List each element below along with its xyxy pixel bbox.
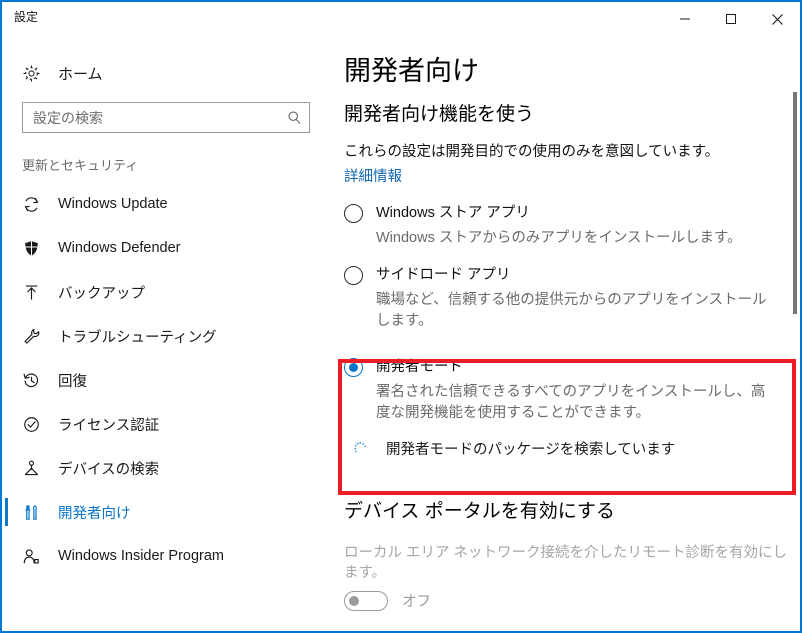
radio-description: 署名された信頼できるすべてのアプリをインストールし、高度な開発機能を使用すること… (376, 384, 766, 421)
settings-window: 設定 ホーム 設定の検索 更新とセキュリティ Windows Update Wi… (0, 0, 802, 633)
wrench-icon (20, 325, 42, 347)
search-box[interactable] (22, 102, 310, 133)
sidebar-home-label: ホーム (58, 65, 103, 83)
sidebar: ホーム 更新とセキュリティ (2, 38, 332, 631)
close-button[interactable] (754, 2, 800, 36)
radio-label: 開発者モード (376, 359, 463, 375)
window-titlebar: 設定 (2, 2, 800, 38)
section-description: これらの設定は開発目的での使用のみを意図しています。 (344, 144, 720, 160)
loading-spinner-icon (350, 439, 370, 459)
shield-icon (20, 237, 42, 259)
device-portal-toggle[interactable] (344, 590, 388, 611)
sidebar-item-troubleshooting[interactable]: トラブルシューティング (2, 314, 332, 358)
sidebar-item-label: 開発者向け (58, 505, 131, 522)
device-locate-icon (20, 457, 42, 479)
sidebar-item-windows-insider-program[interactable]: Windows Insider Program (2, 534, 332, 578)
window-controls (662, 2, 800, 36)
sidebar-item-label: ライセンス認証 (58, 417, 160, 434)
sidebar-item-for-developers[interactable]: 開発者向け (2, 490, 332, 534)
search-input[interactable] (23, 104, 279, 131)
sidebar-item-backup[interactable]: バックアップ (2, 270, 332, 314)
sidebar-item-home[interactable]: ホーム (2, 58, 332, 88)
radio-button-developer-mode[interactable] (344, 358, 363, 377)
section-heading: 開発者向け機能を使う (344, 104, 535, 125)
window-content: ホーム 更新とセキュリティ (2, 38, 800, 631)
device-portal-toggle-label: オフ (402, 594, 431, 610)
main-scrollbar[interactable] (793, 54, 797, 607)
search-icon (287, 111, 301, 125)
maximize-icon (726, 14, 736, 24)
sidebar-item-label: トラブルシューティング (58, 329, 217, 346)
window-title: 設定 (14, 10, 39, 24)
option-developer-mode: 開発者モード 署名された信頼できるすべてのアプリをインストールし、高度な開発機能… (338, 348, 800, 459)
sidebar-item-find-my-device[interactable]: デバイスの検索 (2, 446, 332, 490)
maximize-button[interactable] (708, 2, 754, 36)
developer-mode-status: 開発者モードのパッケージを検索しています (350, 438, 800, 459)
sidebar-item-label: 回復 (58, 373, 87, 390)
gear-icon (20, 62, 42, 84)
page-title: 開発者向け (344, 56, 479, 86)
radio-button-sideload-apps[interactable] (344, 266, 363, 285)
sidebar-item-label: Windows Update (58, 196, 168, 212)
radio-description: 職場など、信頼する他の提供元からのアプリをインストールします。 (376, 292, 767, 329)
option-sideload-apps: サイドロード アプリ 職場など、信頼する他の提供元からのアプリをインストールしま… (338, 265, 800, 332)
radio-label: サイドロード アプリ (376, 267, 511, 283)
scrollbar-thumb[interactable] (793, 92, 797, 314)
sidebar-item-label: バックアップ (58, 285, 145, 302)
radio-row-store-apps[interactable]: Windows ストア アプリ (344, 203, 800, 223)
refresh-icon (20, 193, 42, 215)
radio-row-sideload-apps[interactable]: サイドロード アプリ (344, 265, 800, 285)
check-circle-icon (20, 413, 42, 435)
sidebar-nav: Windows Update Windows Defender バックアップ ト… (2, 182, 332, 578)
history-clock-icon (20, 369, 42, 391)
sidebar-item-windows-defender[interactable]: Windows Defender (2, 226, 332, 270)
minimize-icon (680, 18, 690, 20)
developer-features-radio-group: Windows ストア アプリ Windows ストアからのみアプリをインストー… (338, 203, 800, 459)
sidebar-item-label: デバイスの検索 (58, 461, 160, 478)
option-windows-store-apps: Windows ストア アプリ Windows ストアからのみアプリをインストー… (338, 203, 800, 249)
main-pane: 開発者向け 開発者向け機能を使う これらの設定は開発目的での使用のみを意図してい… (332, 38, 800, 631)
device-portal-heading: デバイス ポータルを有効にする (344, 501, 615, 522)
person-badge-icon (20, 545, 42, 567)
sidebar-item-recovery[interactable]: 回復 (2, 358, 332, 402)
radio-description: Windows ストアからのみアプリをインストールします。 (376, 230, 742, 246)
device-portal-description: ローカル エリア ネットワーク接続を介したリモート診断を有効にします。 (344, 545, 788, 581)
sidebar-item-label: Windows Insider Program (58, 548, 224, 564)
minimize-button[interactable] (662, 2, 708, 36)
developer-mode-status-text: 開発者モードのパッケージを検索しています (386, 442, 676, 458)
dev-tools-icon (20, 501, 42, 523)
radio-label: Windows ストア アプリ (376, 205, 530, 221)
sidebar-item-label: Windows Defender (58, 240, 181, 256)
upload-arrow-icon (20, 281, 42, 303)
search-button[interactable] (279, 103, 309, 132)
sidebar-item-activation[interactable]: ライセンス認証 (2, 402, 332, 446)
sidebar-item-windows-update[interactable]: Windows Update (2, 182, 332, 226)
selection-accent-bar (5, 498, 8, 526)
sidebar-group-title: 更新とセキュリティ (22, 158, 139, 173)
device-portal-toggle-row[interactable]: オフ (344, 590, 800, 611)
learn-more-link[interactable]: 詳細情報 (344, 167, 402, 187)
radio-button-store-apps[interactable] (344, 204, 363, 223)
close-icon (771, 13, 783, 25)
radio-row-developer-mode[interactable]: 開発者モード (344, 357, 800, 377)
